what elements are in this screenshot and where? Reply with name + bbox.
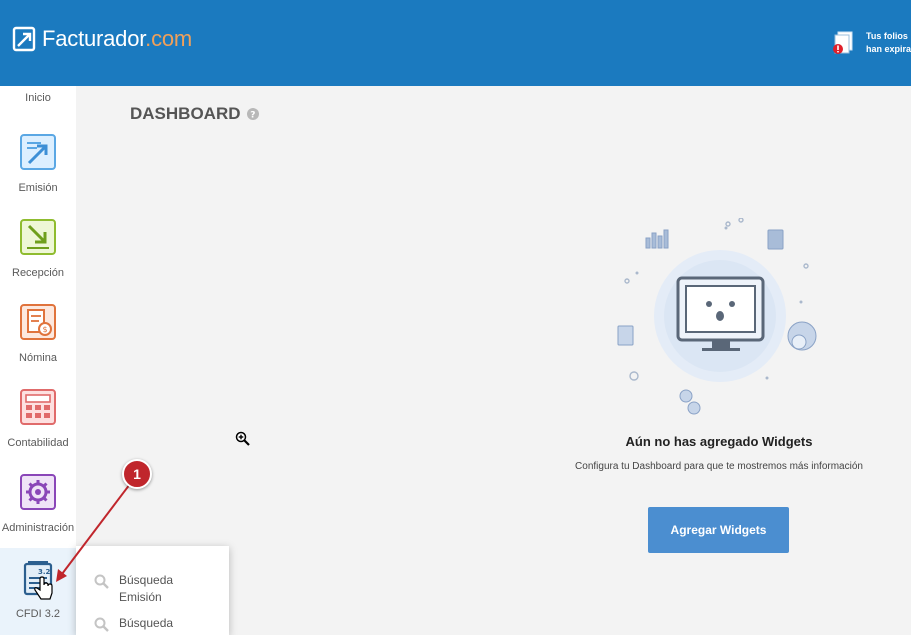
- sidebar-item-inicio[interactable]: Inicio: [0, 92, 76, 104]
- facturador-logo[interactable]: Facturador.com: [12, 26, 192, 52]
- submenu-item-busqueda-emision[interactable]: Búsqueda Emisión: [94, 572, 199, 606]
- notification-text: Tus folios han expira: [866, 30, 911, 56]
- sidebar-item-label: Contabilidad: [7, 437, 69, 449]
- annotation-step-badge: 1: [122, 459, 152, 489]
- notification-line-1: Tus folios: [866, 31, 908, 41]
- logo-text: Facturador.com: [42, 26, 192, 52]
- svg-text:?: ?: [250, 111, 255, 121]
- empty-state-title: Aún no has agregado Widgets: [625, 434, 813, 449]
- logo-domain-text: .com: [145, 26, 193, 51]
- sidebar-item-label: CFDI 3.2: [15, 608, 60, 620]
- submenu-item-label: Búsqueda: [119, 616, 174, 630]
- page-title: DASHBOARD ?: [130, 104, 259, 124]
- sidebar-item-cfdi-32[interactable]: 3.2 CFDI 3.2: [0, 548, 76, 635]
- sidebar-item-label: Emisión: [18, 182, 58, 194]
- svg-text:3.2: 3.2: [38, 568, 51, 576]
- notification-line-2: han expira: [866, 44, 911, 54]
- sidebar-item-administracion[interactable]: Administración: [0, 473, 76, 534]
- logo-icon: [12, 26, 36, 52]
- sidebar: Inicio Emisión Recepción $ Nómina Contab…: [0, 86, 76, 635]
- sidebar-item-label: Nómina: [19, 352, 57, 364]
- gear-icon: [20, 474, 56, 510]
- search-icon: [94, 617, 109, 632]
- svg-text:$: $: [43, 325, 48, 334]
- folio-alert-icon: [833, 31, 853, 54]
- cfdi-document-icon: 3.2: [23, 561, 53, 596]
- sidebar-item-label: Administración: [1, 522, 75, 534]
- submenu-item-label: Búsqueda Emisión: [119, 573, 174, 604]
- add-widgets-button[interactable]: Agregar Widgets: [648, 507, 789, 553]
- zoom-in-cursor-icon: [235, 431, 250, 446]
- document-receive-icon: [20, 219, 56, 255]
- empty-state-subtitle: Configura tu Dashboard para que te mostr…: [575, 461, 863, 472]
- sidebar-item-label: Inicio: [25, 92, 51, 104]
- payroll-icon: $: [20, 304, 56, 340]
- document-send-icon: [20, 134, 56, 170]
- cfdi-submenu: Búsqueda Emisión Búsqueda: [76, 546, 229, 635]
- folios-notification[interactable]: Tus folios han expira: [832, 30, 911, 56]
- sidebar-item-recepcion[interactable]: Recepción: [0, 218, 76, 279]
- calculator-icon: [20, 389, 56, 425]
- page-title-text: DASHBOARD: [130, 104, 241, 123]
- sidebar-item-contabilidad[interactable]: Contabilidad: [0, 388, 76, 449]
- empty-widgets-illustration: [617, 218, 817, 415]
- sidebar-item-emision[interactable]: Emisión: [0, 133, 76, 194]
- sidebar-item-nomina[interactable]: $ Nómina: [0, 303, 76, 364]
- logo-main-text: Facturador: [42, 26, 146, 51]
- help-icon[interactable]: ?: [246, 108, 259, 121]
- submenu-item-busqueda[interactable]: Búsqueda: [94, 615, 199, 632]
- sidebar-item-label: Recepción: [12, 267, 64, 279]
- top-header: Facturador.com Tus folios han expira: [0, 0, 911, 86]
- search-icon: [94, 574, 109, 589]
